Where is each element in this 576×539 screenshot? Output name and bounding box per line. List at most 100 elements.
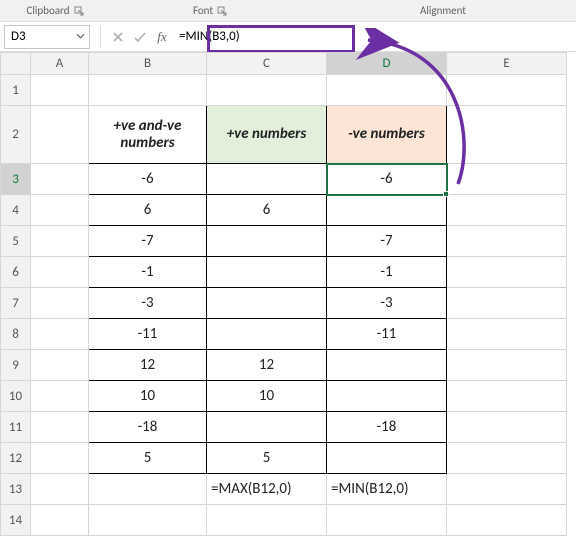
cell[interactable]: [207, 226, 327, 257]
cell[interactable]: 12: [207, 350, 327, 381]
name-box[interactable]: D3: [4, 25, 90, 49]
cell[interactable]: [327, 75, 447, 106]
cell[interactable]: [31, 505, 89, 536]
cell[interactable]: =MAX(B12,0): [207, 474, 327, 505]
row-header-5[interactable]: 5: [1, 226, 31, 257]
cell[interactable]: -18: [327, 412, 447, 443]
cell[interactable]: 6: [207, 195, 327, 226]
cell[interactable]: -3: [327, 288, 447, 319]
row-header-4[interactable]: 4: [1, 195, 31, 226]
cell[interactable]: [31, 350, 89, 381]
fill-handle[interactable]: [443, 191, 449, 197]
cell[interactable]: [447, 226, 567, 257]
col-header-A[interactable]: A: [31, 53, 89, 75]
chevron-down-icon[interactable]: [76, 29, 85, 44]
cell[interactable]: [31, 288, 89, 319]
cell[interactable]: [447, 257, 567, 288]
cell[interactable]: [207, 319, 327, 350]
row-header-14[interactable]: 14: [1, 505, 31, 536]
cell[interactable]: [447, 412, 567, 443]
cell[interactable]: [447, 319, 567, 350]
cell[interactable]: -11: [327, 319, 447, 350]
cell[interactable]: [89, 505, 207, 536]
cell[interactable]: [327, 505, 447, 536]
row-header-3[interactable]: 3: [1, 164, 31, 195]
row-header-8[interactable]: 8: [1, 319, 31, 350]
cell[interactable]: 5: [207, 443, 327, 474]
row-header-9[interactable]: 9: [1, 350, 31, 381]
cell[interactable]: -18: [89, 412, 207, 443]
enter-button[interactable]: [129, 26, 151, 48]
cell[interactable]: [447, 474, 567, 505]
cell[interactable]: 12: [89, 350, 207, 381]
cell[interactable]: -7: [89, 226, 207, 257]
row-header-7[interactable]: 7: [1, 288, 31, 319]
cell[interactable]: +ve and-ve numbers: [89, 106, 207, 164]
formula-input[interactable]: [173, 26, 576, 48]
cell[interactable]: [31, 443, 89, 474]
cell[interactable]: [447, 350, 567, 381]
row-header-13[interactable]: 13: [1, 474, 31, 505]
cell[interactable]: [447, 505, 567, 536]
col-header-E[interactable]: E: [447, 53, 567, 75]
row-header-11[interactable]: 11: [1, 412, 31, 443]
cell[interactable]: [89, 474, 207, 505]
cell[interactable]: [89, 75, 207, 106]
cell[interactable]: [31, 257, 89, 288]
cell[interactable]: [447, 75, 567, 106]
cell[interactable]: [31, 226, 89, 257]
cell[interactable]: [327, 195, 447, 226]
cell[interactable]: -ve numbers: [327, 106, 447, 164]
cell[interactable]: [31, 412, 89, 443]
cell[interactable]: +ve numbers: [207, 106, 327, 164]
cell[interactable]: [327, 381, 447, 412]
row-header-12[interactable]: 12: [1, 443, 31, 474]
cell[interactable]: [327, 443, 447, 474]
cell[interactable]: -3: [89, 288, 207, 319]
cell[interactable]: 10: [207, 381, 327, 412]
select-all-corner[interactable]: [1, 53, 31, 75]
col-header-D[interactable]: D: [327, 53, 447, 75]
dialog-launcher-icon[interactable]: [217, 6, 227, 16]
cell[interactable]: -7: [327, 226, 447, 257]
cell[interactable]: -6: [89, 164, 207, 195]
cell[interactable]: [207, 505, 327, 536]
cell[interactable]: -11: [89, 319, 207, 350]
cell[interactable]: 5: [89, 443, 207, 474]
cell[interactable]: [447, 288, 567, 319]
col-header-C[interactable]: C: [207, 53, 327, 75]
cell-selected[interactable]: -6: [327, 164, 447, 195]
row-header-2[interactable]: 2: [1, 106, 31, 164]
col-header-B[interactable]: B: [89, 53, 207, 75]
cell[interactable]: [447, 443, 567, 474]
cell[interactable]: [207, 412, 327, 443]
cell[interactable]: [447, 164, 567, 195]
cell[interactable]: [447, 106, 567, 164]
cell[interactable]: [31, 106, 89, 164]
dialog-launcher-icon[interactable]: [74, 6, 84, 16]
cell[interactable]: =MIN(B12,0): [327, 474, 447, 505]
cell[interactable]: -1: [89, 257, 207, 288]
cell[interactable]: [447, 195, 567, 226]
cell[interactable]: [447, 381, 567, 412]
cell[interactable]: 10: [89, 381, 207, 412]
cell[interactable]: [207, 75, 327, 106]
cell[interactable]: [31, 381, 89, 412]
cell[interactable]: [327, 350, 447, 381]
cell[interactable]: [31, 319, 89, 350]
cell[interactable]: -1: [327, 257, 447, 288]
row-header-10[interactable]: 10: [1, 381, 31, 412]
cell[interactable]: [31, 164, 89, 195]
cell[interactable]: [207, 288, 327, 319]
cell[interactable]: [207, 257, 327, 288]
fx-icon[interactable]: fx: [151, 29, 173, 45]
cell[interactable]: [207, 164, 327, 195]
cell[interactable]: [31, 474, 89, 505]
cell[interactable]: [31, 195, 89, 226]
cell[interactable]: 6: [89, 195, 207, 226]
cancel-button[interactable]: [107, 26, 129, 48]
cell[interactable]: [31, 75, 89, 106]
spreadsheet-grid[interactable]: A B C D E 1 2 +ve and-ve numbers +ve num…: [0, 52, 567, 536]
row-header-1[interactable]: 1: [1, 75, 31, 106]
row-header-6[interactable]: 6: [1, 257, 31, 288]
